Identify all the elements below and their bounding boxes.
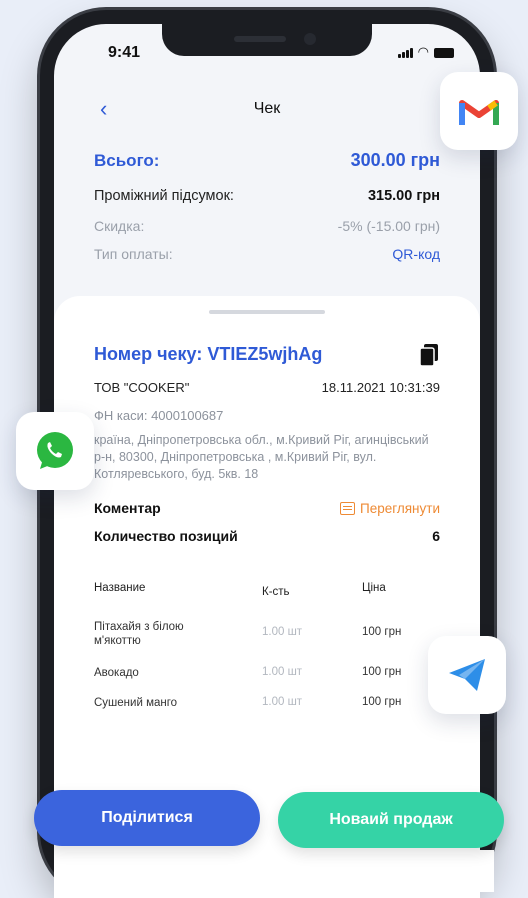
item-name: Сушений манго <box>94 697 178 709</box>
item-price: 100 грн <box>362 626 402 638</box>
status-icons: ◠ <box>397 44 454 59</box>
gmail-share-button[interactable] <box>440 72 518 150</box>
receipt-datetime: 18.11.2021 10:31:39 <box>321 380 440 395</box>
column-header-price: Ціна <box>362 582 386 594</box>
item-qty: 1.00 шт <box>262 696 303 708</box>
subtotal-label: Проміжний підсумок: <box>94 188 234 204</box>
message-icon <box>340 501 356 515</box>
item-price: 100 грн <box>362 666 402 678</box>
wifi-icon: ◠ <box>417 44 429 59</box>
item-name: Авокадо <box>94 667 139 679</box>
view-comment-link[interactable]: Переглянути <box>340 500 440 516</box>
item-qty: 1.00 шт <box>262 666 303 678</box>
page-title: Чек <box>253 100 281 117</box>
receipt-number: Номер чеку: VTIEZ5wjhAg <box>94 344 323 364</box>
item-name: Пітахайя з білою м'якоттю <box>94 621 184 647</box>
telegram-icon <box>449 659 485 691</box>
comment-label: Коментар <box>94 500 161 516</box>
signal-icon <box>397 48 413 58</box>
payment-value[interactable]: QR-код <box>392 246 440 262</box>
subtotal-row: Проміжний підсумок: 315.00 грн <box>94 188 440 204</box>
copy-icon[interactable] <box>420 344 438 366</box>
column-header-qty: К-сть <box>262 586 290 598</box>
share-button[interactable]: Поділитися <box>34 790 260 846</box>
telegram-share-button[interactable] <box>428 636 506 714</box>
whatsapp-icon <box>37 432 73 469</box>
discount-value: -5% (-15.00 грн) <box>337 218 440 234</box>
new-sale-button[interactable]: Новаий продаж <box>278 792 504 848</box>
notch <box>162 24 372 56</box>
nav-bar: ‹ Чек <box>54 96 480 126</box>
view-link-label: Переглянути <box>360 500 440 516</box>
fiscal-row: ФН каси: 4000100687 <box>94 408 440 423</box>
payment-label: Тип оплаты: <box>94 246 173 262</box>
phone-frame: 9:41 ◠ ‹ Чек Всього: 300.00 грн Проміжни… <box>40 10 494 898</box>
discount-label: Скидка: <box>94 218 145 234</box>
sheet-handle[interactable] <box>209 310 325 314</box>
whatsapp-share-button[interactable] <box>16 412 94 490</box>
address-text: країна, Дніпропетровська обл., м.Кривий … <box>94 433 429 481</box>
battery-icon <box>434 48 454 58</box>
fiscal-number: ФН каси: 4000100687 <box>94 408 224 423</box>
bottom-panel <box>68 850 494 892</box>
positions-row: Количество позиций 6 <box>94 528 440 544</box>
company-row: ТОВ "COOKER" 18.11.2021 10:31:39 <box>94 380 440 395</box>
phone-screen: 9:41 ◠ ‹ Чек Всього: 300.00 грн Проміжни… <box>54 24 480 898</box>
comment-row: Коментар Переглянути <box>94 500 440 516</box>
status-time: 9:41 <box>108 44 141 61</box>
discount-row: Скидка: -5% (-15.00 грн) <box>94 218 440 234</box>
total-row: Всього: 300.00 грн <box>94 150 440 171</box>
item-qty: 1.00 шт <box>262 626 303 638</box>
positions-label: Количество позиций <box>94 528 238 544</box>
column-header-name: Название <box>94 582 146 594</box>
payment-row: Тип оплаты: QR-код <box>94 246 440 262</box>
subtotal-value: 315.00 грн <box>367 188 440 204</box>
total-label: Всього: <box>94 151 160 170</box>
company-name: ТОВ "COOKER" <box>94 380 190 395</box>
total-value: 300.00 грн <box>350 150 440 170</box>
gmail-icon <box>459 100 499 125</box>
positions-count: 6 <box>432 528 440 544</box>
item-price: 100 грн <box>362 696 402 708</box>
